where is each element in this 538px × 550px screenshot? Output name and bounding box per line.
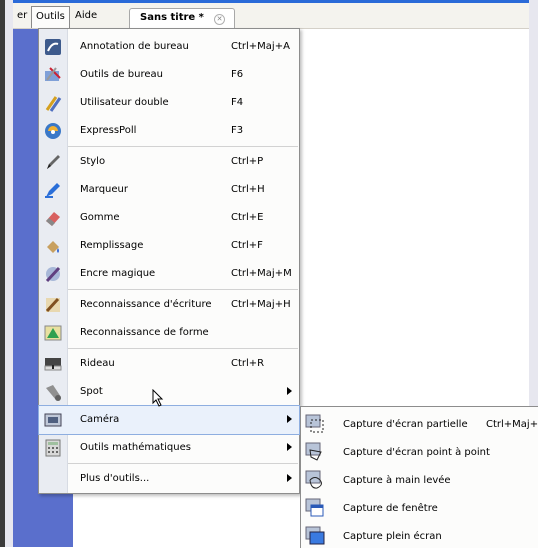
menu-item-expresspoll[interactable]: ExpressPoll F3 [39,117,299,145]
menu-item-reconnaissance-ecriture[interactable]: Reconnaissance d'écriture Ctrl+Maj+H [39,291,299,319]
menu-item-label: Plus d'outils... [80,473,150,484]
menu-item-shortcut: Ctrl+H [231,184,265,195]
submenu-item-capture-plein-ecran[interactable]: Capture plein écran [301,522,538,550]
document-tab[interactable]: Sans titre * ✕ [129,8,235,29]
menu-item-shortcut: Ctrl+Maj+A [231,41,290,52]
fill-icon [47,241,59,253]
mouse-cursor-icon [152,389,164,407]
menu-item-label: Encre magique [80,268,156,279]
menu-item-remplissage[interactable]: Remplissage Ctrl+F [39,232,299,260]
document-tab-title: Sans titre * [140,12,204,23]
submenu-arrow-icon [287,474,292,482]
pen-icon [47,155,60,169]
submenu-item-label: Capture plein écran [343,531,442,542]
submenu-item-capture-main-levee[interactable]: Capture à main levée [301,466,538,494]
menu-item-camera[interactable]: Caméra [38,405,300,435]
menu-item-reconnaissance-forme[interactable]: Reconnaissance de forme [39,319,299,347]
submenu-item-label: Capture de fenêtre [343,503,438,514]
submenu-item-label: Capture à main levée [343,475,451,486]
eraser-icon [46,212,60,226]
freehand-capture-icon [305,470,322,489]
shape-recognition-icon [44,325,62,341]
submenu-item-shortcut: Ctrl+Maj+ [486,419,538,430]
menu-item-label: Outils mathématiques [80,442,191,453]
camera-submenu: Capture d'écran partielle Ctrl+Maj+ Capt… [300,406,538,548]
menu-item-shortcut: Ctrl+R [231,358,265,369]
submenu-item-capture-point[interactable]: Capture d'écran point à point [301,438,538,466]
menu-item-shortcut: Ctrl+F [231,240,263,251]
submenu-arrow-icon [287,415,292,423]
desktop-annotation-icon [45,39,61,55]
menu-item-encre-magique[interactable]: Encre magique Ctrl+Maj+M [39,260,299,288]
menu-item-label: Reconnaissance d'écriture [80,299,212,310]
menu-item-utilisateur-double[interactable]: Utilisateur double F4 [39,89,299,117]
menu-item-gomme[interactable]: Gomme Ctrl+E [39,204,299,232]
curtain-icon [44,358,62,371]
menu-item-label: Stylo [80,156,106,167]
menu-item-shortcut: Ctrl+P [231,156,264,167]
menu-separator [68,463,298,464]
menu-item-label: Gomme [80,212,120,223]
spotlight-icon [46,385,61,401]
menu-item-label: Spot [80,386,103,397]
highlighter-icon [45,183,60,198]
menu-item-plus-outils[interactable]: Plus d'outils... [39,465,299,493]
submenu-item-capture-fenetre[interactable]: Capture de fenêtre [301,494,538,522]
partial-capture-icon [305,414,324,433]
menu-partial[interactable]: er [13,7,31,24]
menu-separator [68,146,298,147]
menu-item-spot[interactable]: Spot [39,378,299,406]
camera-icon [44,413,62,427]
menu-item-shortcut: F4 [231,97,244,108]
menu-item-label: Reconnaissance de forme [80,327,209,338]
menu-separator [68,289,298,290]
menu-outils[interactable]: Outils [31,6,70,28]
point-capture-icon [305,442,322,461]
handwriting-recognition-icon [45,297,60,313]
menu-item-shortcut: Ctrl+Maj+H [231,299,291,310]
menu-item-annotation-bureau[interactable]: Annotation de bureau Ctrl+Maj+A [39,33,299,61]
menu-item-marqueur[interactable]: Marqueur Ctrl+H [39,176,299,204]
submenu-item-label: Capture d'écran partielle [343,419,468,430]
submenu-item-capture-partielle[interactable]: Capture d'écran partielle Ctrl+Maj+ [301,410,538,438]
menu-item-label: Utilisateur double [80,97,169,108]
menu-item-label: Rideau [80,358,115,369]
menu-separator [68,348,298,349]
submenu-arrow-icon [287,443,292,451]
menu-item-shortcut: Ctrl+E [231,212,264,223]
menu-item-outils-mathematiques[interactable]: Outils mathématiques [39,434,299,462]
expresspoll-icon [45,123,61,139]
menu-item-shortcut: Ctrl+Maj+M [231,268,292,279]
menu-item-outils-bureau[interactable]: Outils de bureau F6 [39,61,299,89]
menu-item-rideau[interactable]: Rideau Ctrl+R [39,350,299,378]
window-capture-icon [305,498,324,517]
menu-aide[interactable]: Aide [71,7,101,24]
magic-ink-icon [45,266,61,283]
submenu-item-label: Capture d'écran point à point [343,447,490,458]
menu-item-shortcut: F3 [231,125,244,136]
menu-item-label: Outils de bureau [80,69,163,80]
menu-item-label: Annotation de bureau [80,41,189,52]
outils-menu: Annotation de bureau Ctrl+Maj+A Outils d… [38,28,300,494]
menu-bar: er Outils Aide Sans titre * ✕ [13,3,529,29]
desktop-tools-icon [45,67,61,81]
submenu-arrow-icon [287,387,292,395]
calculator-icon [45,439,61,457]
menu-item-stylo[interactable]: Stylo Ctrl+P [39,148,299,176]
menu-item-label: ExpressPoll [80,125,137,136]
menu-item-label: Remplissage [80,240,144,251]
close-icon[interactable]: ✕ [214,14,225,25]
menu-item-shortcut: F6 [231,69,244,80]
menu-item-label: Caméra [80,414,120,425]
fullscreen-capture-icon [305,526,325,545]
dual-user-icon [45,96,62,112]
menu-item-label: Marqueur [80,184,128,195]
